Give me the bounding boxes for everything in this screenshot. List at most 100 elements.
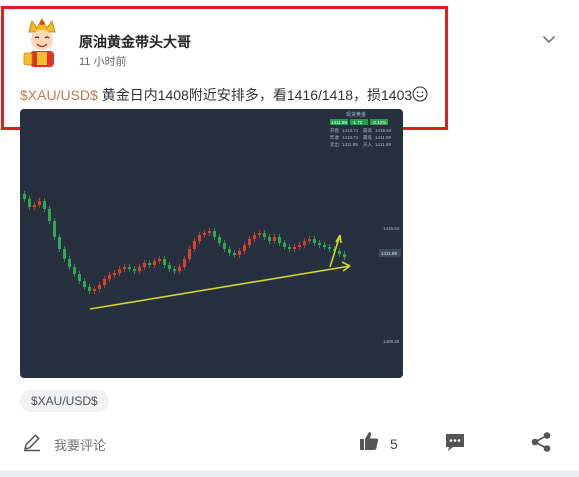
candle-body	[153, 261, 156, 265]
candle-body	[273, 237, 276, 241]
candle-body	[168, 265, 171, 269]
trendline-arrow	[89, 265, 351, 310]
candle-body	[178, 267, 181, 271]
candle-body	[248, 239, 251, 245]
candle-body	[198, 235, 201, 241]
candle-body	[58, 237, 61, 249]
candle-body	[278, 237, 281, 243]
chevron-down-icon[interactable]	[540, 30, 558, 48]
panel-high-value: 1415.64	[375, 128, 392, 133]
chart-panel-title: 现货黄金	[346, 111, 366, 118]
candle-body	[68, 259, 71, 267]
candle-body	[343, 254, 346, 257]
candle-body	[158, 259, 161, 261]
chart-image[interactable]: 现货黄金 1411.99 -1.72 -0.12% 开盘 1413.71 最高 …	[20, 109, 403, 378]
panel-sell-value: 1411.99	[342, 142, 358, 147]
candle-body	[193, 241, 196, 249]
candle-body	[188, 249, 191, 259]
candle-body	[28, 199, 31, 207]
candle-body	[123, 267, 126, 269]
candle-body	[78, 274, 81, 281]
candle-body	[318, 243, 321, 245]
ticker-tag[interactable]: $XAU/USD$	[20, 390, 109, 412]
candle-body	[223, 243, 226, 249]
like-button[interactable]: 5	[358, 430, 398, 457]
comment-button[interactable]: 我要评论	[22, 432, 106, 457]
candle-body	[108, 275, 111, 279]
candle-body	[38, 201, 41, 205]
candle-body	[298, 245, 301, 247]
post-header: 原油黄金带头大哥 11 小时前	[20, 17, 560, 68]
share-icon[interactable]	[530, 431, 552, 458]
panel-prevclose-label: 昨收	[330, 134, 339, 141]
candle-body	[48, 209, 51, 221]
panel-low-label: 最低	[363, 134, 372, 141]
panel-prevclose-value: 1413.71	[342, 135, 359, 140]
candle-body	[183, 259, 186, 267]
author-name[interactable]: 原油黄金带头大哥	[79, 32, 191, 52]
panel-high-label: 最高	[363, 127, 372, 134]
candle-body	[253, 235, 256, 239]
candle-body	[218, 237, 221, 243]
candle-body	[263, 233, 266, 237]
candle-body	[338, 251, 341, 254]
price-axis-label-2: 1411.99	[381, 251, 397, 256]
candle-body	[53, 221, 56, 237]
candle-body	[173, 269, 176, 271]
candle-body	[63, 249, 66, 259]
like-count: 5	[390, 435, 398, 452]
candle-body	[98, 285, 101, 289]
candle-body	[238, 251, 241, 255]
candle-body	[283, 243, 286, 247]
candle-body	[143, 263, 146, 267]
thumbs-up-icon	[358, 430, 380, 457]
candle-body	[213, 231, 216, 237]
panel-change-pct: -0.12%	[372, 120, 386, 125]
candle-body	[203, 233, 206, 235]
candle-body	[268, 237, 271, 241]
candle-body	[308, 239, 311, 241]
panel-buy-label: 买入	[363, 141, 372, 148]
price-chart: 现货黄金 1411.99 -1.72 -0.12% 开盘 1413.71 最高 …	[23, 111, 401, 344]
candle-body	[118, 269, 121, 273]
candle-body	[208, 231, 211, 233]
avatar[interactable]	[20, 17, 64, 68]
edit-icon	[22, 432, 42, 457]
candle-body	[288, 247, 291, 249]
comment-label: 我要评论	[54, 438, 107, 453]
panel-change: -1.72	[352, 120, 363, 125]
candle-body	[328, 247, 331, 249]
candle-body	[148, 263, 151, 265]
candle-body	[233, 253, 236, 255]
candle-body	[323, 245, 326, 247]
candle-body	[103, 279, 106, 285]
candle-body	[33, 205, 36, 207]
price-axis-label-3: 1408.45	[383, 339, 400, 344]
candle-body	[243, 245, 246, 251]
panel-buy-value: 1411.99	[375, 142, 391, 147]
price-axis-label-1: 1415.64	[383, 226, 400, 231]
candle-body	[83, 281, 86, 287]
candle-body	[303, 241, 306, 245]
panel-open-label: 开盘	[330, 127, 339, 134]
candle-body	[23, 194, 26, 199]
candle-body	[258, 233, 261, 235]
ticker-link[interactable]: $XAU/USD$	[20, 87, 98, 103]
post-content: $XAU/USD$ 黄金日内1408附近安排多，看1416/1418，损1403	[20, 86, 428, 106]
candle-body	[128, 267, 131, 269]
panel-price: 1411.99	[331, 120, 347, 125]
post-timestamp: 11 小时前	[79, 56, 127, 68]
candle-body	[293, 247, 296, 249]
candle-body	[43, 201, 46, 209]
chat-bubble-icon[interactable]	[444, 431, 466, 458]
bottom-divider	[0, 471, 579, 477]
candle-body	[228, 249, 231, 253]
panel-low-value: 1411.09	[375, 135, 391, 140]
candle-body	[113, 273, 116, 275]
post-actions: 我要评论 5	[0, 428, 579, 458]
candle-body	[163, 259, 166, 265]
candle-body	[138, 267, 141, 271]
panel-sell-label: 卖出	[330, 141, 339, 148]
candle-body	[88, 287, 91, 291]
smile-emoji-icon	[412, 86, 428, 106]
